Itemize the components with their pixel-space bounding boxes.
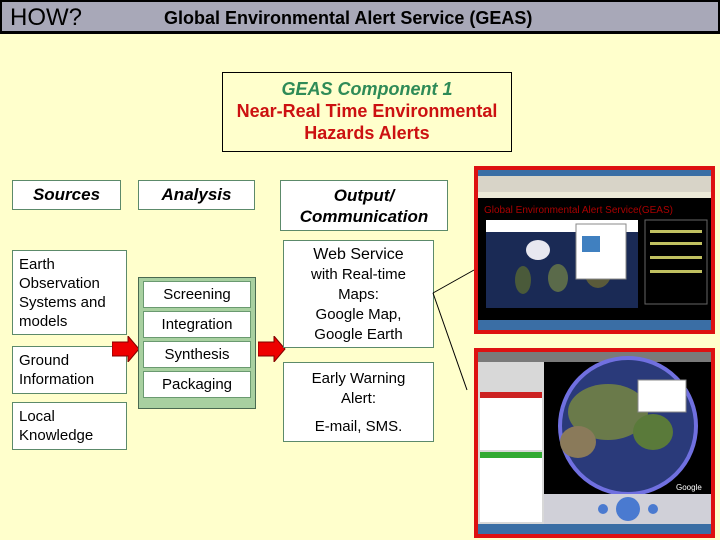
source-line: Systems and [19, 294, 106, 311]
google-earth-screenshot: Google [474, 348, 715, 538]
output-line: Google Earth [314, 326, 403, 343]
component-name-line1: Near-Real Time Environmental [236, 101, 498, 121]
sources-header: Sources [12, 180, 121, 210]
analysis-step-integration: Integration [143, 311, 251, 338]
source-line: Earth [19, 256, 55, 273]
source-line: Knowledge [19, 427, 94, 444]
source-line: Observation [19, 275, 100, 292]
output-line: Early Warning [311, 370, 406, 387]
output-header: Output/ Communication [280, 180, 448, 231]
source-ground-information: Ground Information [12, 346, 127, 394]
geas-web-title: Global Environmental Alert Service(GEAS) [484, 205, 673, 216]
output-line: with Real-time [310, 266, 407, 283]
component-title-box: GEAS Component 1 Near-Real Time Environm… [222, 72, 512, 152]
geas-web-screenshot: Global Environmental Alert Service(GEAS) [474, 166, 715, 334]
output-line: E-mail, SMS. [314, 418, 403, 435]
output-line: Google Map, [315, 306, 402, 323]
arrow-analysis-to-output [258, 336, 286, 362]
geas-web-image: Global Environmental Alert Service(GEAS) [478, 170, 711, 330]
component-name-line2: Hazards Alerts [304, 123, 430, 143]
arrow-sources-to-analysis [112, 336, 140, 362]
analysis-header-label: Analysis [161, 185, 232, 204]
google-earth-image: Google [478, 352, 711, 534]
analysis-header: Analysis [138, 180, 255, 210]
source-local-knowledge: Local Knowledge [12, 402, 127, 450]
sources-header-label: Sources [32, 185, 101, 204]
output-web-service: Web Service with Real-time Maps: Google … [283, 240, 434, 348]
analysis-step-screening: Screening [143, 281, 251, 308]
output-line: Alert: [340, 390, 376, 407]
analysis-step-packaging: Packaging [143, 371, 251, 398]
output-early-warning: Early Warning Alert: E-mail, SMS. [283, 362, 434, 442]
source-earth-observation: Earth Observation Systems and models [12, 250, 127, 335]
analysis-group: Screening Integration Synthesis Packagin… [138, 277, 256, 409]
slide-title: Global Environmental Alert Service (GEAS… [164, 8, 533, 28]
source-line: Local [19, 408, 55, 425]
source-line: Ground [19, 352, 70, 369]
output-line: Maps: [338, 286, 379, 303]
output-header-line2: Communication [299, 207, 429, 226]
source-line: Information [19, 371, 95, 388]
connector-to-earth-screenshot [432, 292, 468, 391]
component-number: GEAS Component 1 [281, 79, 453, 99]
output-line: Web Service [313, 246, 404, 263]
output-header-line1: Output/ [333, 186, 395, 205]
google-brand-label: Google [676, 483, 702, 492]
connector-to-web-screenshot [432, 269, 475, 294]
how-label: HOW? [10, 4, 82, 31]
analysis-step-synthesis: Synthesis [143, 341, 251, 368]
source-line: models [19, 313, 68, 330]
slide-header: HOW? Global Environmental Alert Service … [0, 0, 720, 34]
